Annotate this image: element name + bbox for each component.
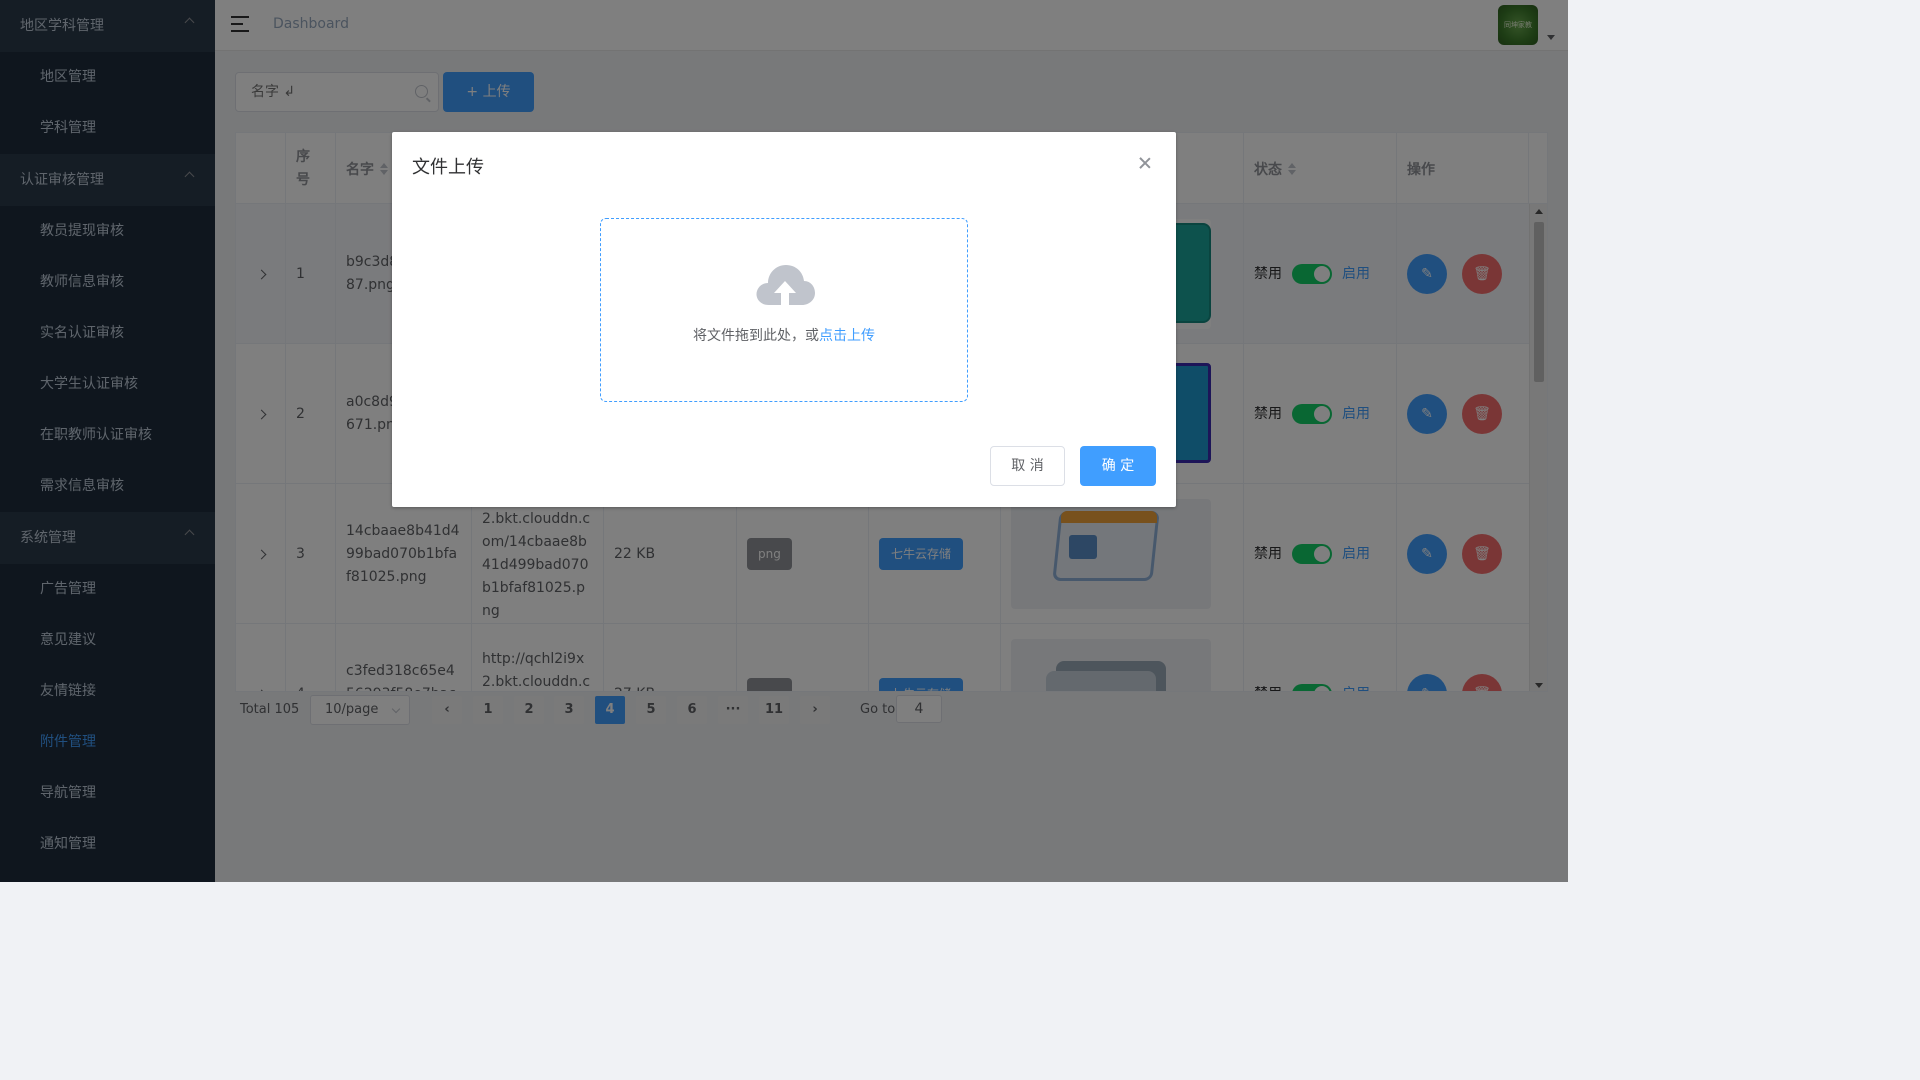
upload-dialog: 文件上传 将文件拖到此处，或点击上传 取 消 确 定 xyxy=(392,132,1176,507)
dropzone-text: 将文件拖到此处，或点击上传 xyxy=(601,325,967,345)
close-icon[interactable] xyxy=(1138,156,1152,170)
dropzone-hint: 将文件拖到此处，或 xyxy=(693,328,819,344)
upload-dropzone[interactable]: 将文件拖到此处，或点击上传 xyxy=(600,218,968,402)
click-upload-link[interactable]: 点击上传 xyxy=(819,328,875,344)
cancel-button[interactable]: 取 消 xyxy=(990,446,1065,486)
confirm-button[interactable]: 确 定 xyxy=(1080,446,1156,486)
dialog-title: 文件上传 xyxy=(412,157,484,178)
cloud-upload-icon xyxy=(756,265,815,305)
